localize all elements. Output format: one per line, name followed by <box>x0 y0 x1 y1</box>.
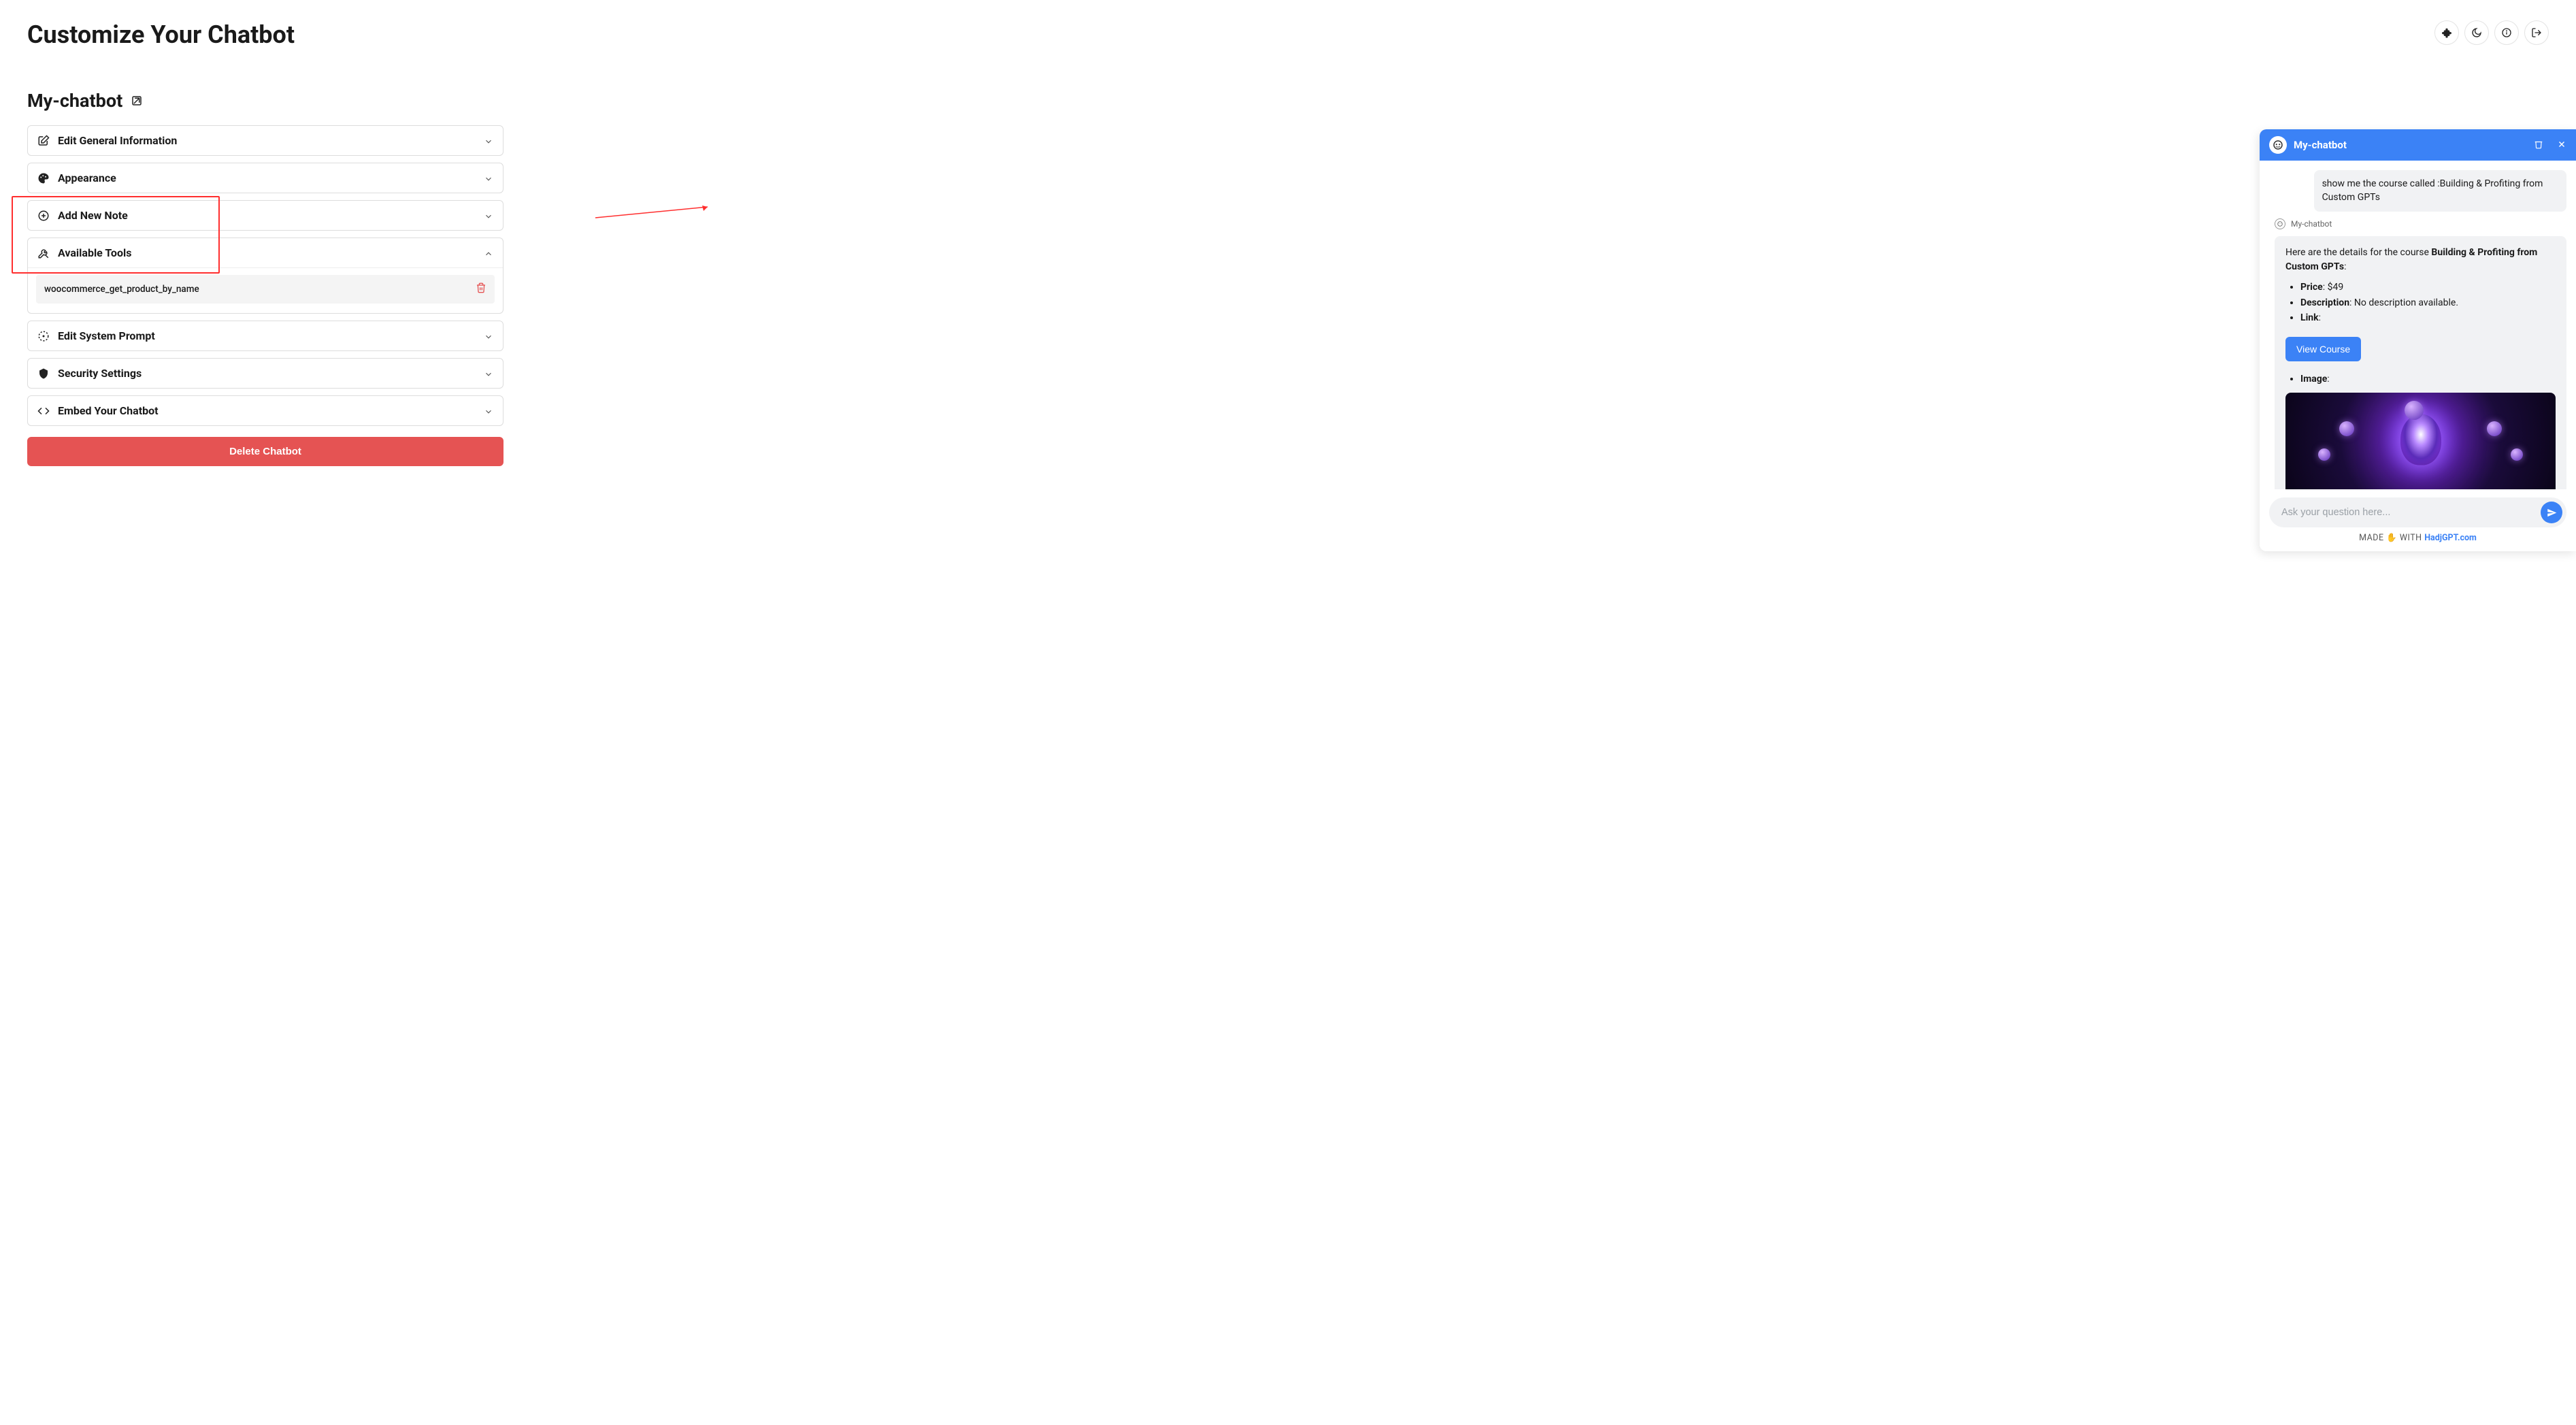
chat-title: My-chatbot <box>2294 139 2520 151</box>
send-icon <box>2547 508 2557 518</box>
chat-footer: MADE ✋ WITH HadjGPT.com <box>2260 489 2576 551</box>
panel-embed[interactable]: Embed Your Chatbot <box>27 395 503 426</box>
tool-name: woocommerce_get_product_by_name <box>44 284 199 295</box>
bot-avatar-icon <box>2269 136 2287 154</box>
chat-close-icon[interactable] <box>2557 139 2566 152</box>
header-actions <box>2434 20 2549 45</box>
info-icon-button[interactable] <box>2494 20 2519 45</box>
chat-messages: show me the course called :Building & Pr… <box>2260 161 2576 489</box>
bot-intro-suffix: : <box>2344 261 2346 272</box>
extension-icon-button[interactable] <box>2434 20 2459 45</box>
panel-security-title: Security Settings <box>58 367 142 380</box>
bot-message: Here are the details for the course Buil… <box>2275 236 2566 489</box>
logout-icon <box>2531 27 2542 38</box>
panel-general[interactable]: Edit General Information <box>27 125 503 156</box>
delete-tool-icon[interactable] <box>476 282 486 296</box>
bot-mini-avatar-icon <box>2275 218 2285 229</box>
moon-icon <box>2471 27 2482 38</box>
detail-image: Image: <box>2300 372 2556 387</box>
shield-icon <box>37 367 50 380</box>
user-message: show me the course called :Building & Pr… <box>2314 170 2566 212</box>
panel-add-note-title: Add New Note <box>58 209 128 222</box>
delete-chatbot-button[interactable]: Delete Chatbot <box>27 437 503 466</box>
extension-icon <box>2441 27 2452 38</box>
panel-security[interactable]: Security Settings <box>27 358 503 389</box>
panel-appearance-title: Appearance <box>58 171 116 184</box>
brand-link[interactable]: HadjGPT.com <box>2424 533 2477 543</box>
bot-intro-prefix: Here are the details for the course <box>2285 247 2431 258</box>
info-icon <box>2501 27 2512 38</box>
theme-icon-button[interactable] <box>2464 20 2489 45</box>
view-course-button[interactable]: View Course <box>2285 337 2361 361</box>
chevron-down-icon <box>484 406 493 416</box>
edit-icon <box>37 135 50 147</box>
chevron-down-icon <box>484 369 493 378</box>
tool-item: woocommerce_get_product_by_name <box>36 275 495 304</box>
send-button[interactable] <box>2541 502 2562 523</box>
chat-input-row <box>2269 497 2566 527</box>
chat-header: My-chatbot <box>2260 129 2576 161</box>
chat-preview: My-chatbot show me the course called :Bu… <box>2260 129 2576 551</box>
chat-delete-icon[interactable] <box>2534 139 2543 152</box>
logout-icon-button[interactable] <box>2524 20 2549 45</box>
panel-general-title: Edit General Information <box>58 134 177 147</box>
chevron-up-icon <box>484 248 493 258</box>
chatbot-name: My-chatbot <box>27 90 122 112</box>
annotation-arrow <box>592 204 714 221</box>
open-link-icon[interactable] <box>131 95 143 107</box>
prompt-icon <box>37 330 50 342</box>
bot-label-text: My-chatbot <box>2291 219 2332 229</box>
code-icon <box>37 405 50 417</box>
detail-description: Description: No description available. <box>2300 296 2556 311</box>
detail-link: Link: <box>2300 311 2556 326</box>
plus-circle-icon <box>37 210 50 222</box>
panel-system-prompt[interactable]: Edit System Prompt <box>27 321 503 351</box>
tools-icon <box>37 247 50 259</box>
panel-tools: Available Tools woocommerce_get_product_… <box>27 238 503 314</box>
chevron-down-icon <box>484 331 493 341</box>
chevron-down-icon <box>484 136 493 146</box>
course-image <box>2285 393 2556 489</box>
panel-tools-header[interactable]: Available Tools <box>28 238 503 268</box>
panel-system-prompt-title: Edit System Prompt <box>58 329 155 342</box>
panel-embed-title: Embed Your Chatbot <box>58 404 159 417</box>
palette-icon <box>37 172 50 184</box>
page-title: Customize Your Chatbot <box>27 20 295 49</box>
chat-input[interactable] <box>2281 507 2541 518</box>
made-with: MADE ✋ WITH HadjGPT.com <box>2269 527 2566 546</box>
chevron-down-icon <box>484 211 493 220</box>
chevron-down-icon <box>484 174 493 183</box>
panel-tools-title: Available Tools <box>58 246 131 259</box>
hand-icon: ✋ <box>2386 533 2397 543</box>
bot-label: My-chatbot <box>2275 218 2566 229</box>
panel-add-note[interactable]: Add New Note <box>27 200 503 231</box>
detail-price: Price: $49 <box>2300 280 2556 295</box>
panel-appearance[interactable]: Appearance <box>27 163 503 193</box>
